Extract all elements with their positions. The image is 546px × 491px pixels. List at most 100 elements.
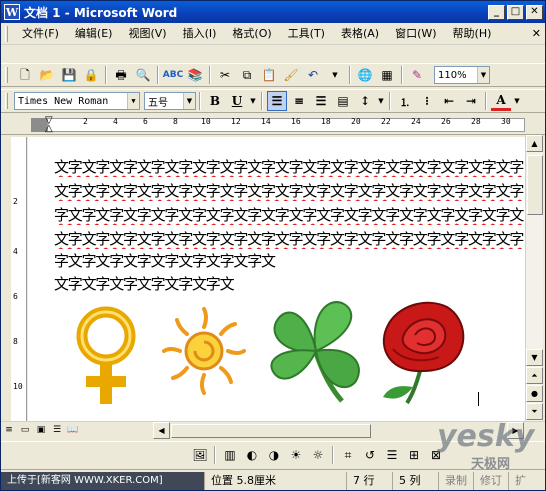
sun-image[interactable]: [162, 305, 246, 397]
toolbar-grip[interactable]: [5, 67, 8, 83]
maximize-button[interactable]: □: [507, 4, 524, 20]
clover-image[interactable]: [266, 295, 368, 407]
zoom-select[interactable]: 110% ▼: [434, 66, 490, 84]
bullets-icon[interactable]: ⁝: [417, 91, 437, 111]
color-mode-icon[interactable]: ▥: [220, 445, 240, 465]
document-page[interactable]: 文字文字文字文字文字文字文字文字文字文字文字文字文字文字文字文字文字 文字文字文字…: [28, 137, 525, 421]
line-style-icon[interactable]: ☰: [382, 445, 402, 465]
ruler-tick: 20: [351, 117, 361, 126]
print-preview-icon[interactable]: 🔍: [133, 65, 153, 85]
menu-help[interactable]: 帮助(H): [445, 25, 500, 43]
format-toolbar-grip[interactable]: [5, 93, 8, 109]
menu-file[interactable]: 文件(F): [14, 25, 67, 43]
cut-icon[interactable]: ✂: [215, 65, 235, 85]
size-dropdown-icon[interactable]: ▼: [183, 93, 195, 109]
menu-format[interactable]: 格式(O): [224, 25, 279, 43]
decrease-indent-icon[interactable]: ⇤: [439, 91, 459, 111]
doc-close-icon[interactable]: ✕: [528, 25, 545, 43]
text-line[interactable]: 字文字文字文字文字文字文字文字文: [54, 251, 524, 271]
less-contrast-icon[interactable]: ◑: [264, 445, 284, 465]
more-brightness-icon[interactable]: ☀: [286, 445, 306, 465]
numbering-icon[interactable]: ⒈: [395, 91, 415, 111]
align-right-icon[interactable]: ☰: [311, 91, 331, 111]
close-button[interactable]: ✕: [526, 4, 543, 20]
minimize-button[interactable]: _: [488, 4, 505, 20]
scroll-up-icon[interactable]: ▲: [526, 135, 543, 152]
font-dropdown-icon[interactable]: ▼: [127, 93, 139, 109]
ruler-tick: 10: [201, 117, 211, 126]
menu-window[interactable]: 窗口(W): [387, 25, 444, 43]
horizontal-scroll-thumb[interactable]: [171, 424, 371, 438]
normal-view-icon[interactable]: ≡: [2, 421, 16, 441]
scroll-down-icon[interactable]: ▼: [526, 349, 543, 366]
align-center-icon[interactable]: ≡: [289, 91, 309, 111]
extend-indicator[interactable]: 扩: [509, 472, 532, 490]
insert-picture-icon[interactable]: 🖼: [190, 445, 210, 465]
drawing-toggle-icon[interactable]: ✎: [407, 65, 427, 85]
increase-indent-icon[interactable]: ⇥: [461, 91, 481, 111]
font-name-select[interactable]: Times New Roman ▼: [14, 92, 140, 110]
copy-icon[interactable]: ⧉: [237, 65, 257, 85]
format-painter-icon[interactable]: 🖌: [281, 65, 301, 85]
menu-grip[interactable]: [5, 25, 8, 42]
menu-edit[interactable]: 编辑(E): [67, 25, 121, 43]
underline-button[interactable]: U: [227, 91, 247, 111]
text-line[interactable]: 文字文字文字文字文字文字文: [54, 274, 524, 294]
text-line[interactable]: 文字文字文字文字文字文字文字文字文字文字文字文字文字文字文字文字文字文字文字文字: [54, 229, 524, 249]
text-line[interactable]: 文字文字文字文字文字文字文字文字文字文字文字文字文字文字文字文字文字文字文字文字: [54, 157, 524, 177]
crop-icon[interactable]: ⌗: [338, 445, 358, 465]
font-color-icon[interactable]: A: [491, 91, 511, 111]
track-changes-indicator[interactable]: 修订: [474, 471, 509, 490]
line-spacing-icon[interactable]: ↕: [355, 91, 375, 111]
save-icon[interactable]: 💾: [59, 65, 79, 85]
paste-icon[interactable]: 📋: [259, 65, 279, 85]
vertical-scroll-thumb[interactable]: [527, 155, 543, 215]
rotate-icon[interactable]: ↺: [360, 445, 380, 465]
zoom-dropdown-icon[interactable]: ▼: [477, 67, 489, 83]
insert-table-icon[interactable]: ▦: [377, 65, 397, 85]
menu-table[interactable]: 表格(A): [333, 25, 387, 43]
text-line[interactable]: 文字文字文字文字文字文字文字文字文字文字文字文字文字文字文字文字文字文字文字文字: [54, 181, 524, 201]
web-view-icon[interactable]: ▭: [18, 421, 32, 441]
menu-insert[interactable]: 插入(I): [175, 25, 225, 43]
venus-symbol-image[interactable]: [66, 302, 152, 412]
text-cursor: [478, 392, 479, 406]
underline-dropdown-icon[interactable]: ▼: [249, 91, 257, 111]
spelling-icon[interactable]: ABC: [163, 65, 183, 85]
compress-icon[interactable]: ⊞: [404, 445, 424, 465]
reading-view-icon[interactable]: 📖: [66, 421, 80, 441]
new-document-icon[interactable]: 🗋: [15, 65, 35, 85]
next-page-icon[interactable]: ⏷: [526, 403, 543, 420]
undo-icon[interactable]: ↶: [303, 65, 323, 85]
open-folder-icon[interactable]: 📂: [37, 65, 57, 85]
font-size-select[interactable]: 五号 ▼: [144, 92, 196, 110]
vertical-ruler[interactable]: 2 4 6 8 10: [11, 137, 27, 421]
browse-object-icon[interactable]: ●: [526, 385, 543, 402]
menu-tools[interactable]: 工具(T): [280, 25, 333, 43]
print-icon[interactable]: 🖶: [111, 65, 131, 85]
align-justify-icon[interactable]: ☰: [267, 91, 287, 111]
research-icon[interactable]: 📚: [185, 65, 205, 85]
line-spacing-dropdown-icon[interactable]: ▼: [377, 91, 385, 111]
word-window: W 文档 1 - Microsoft Word _ □ ✕ 文件(F) 编辑(E…: [0, 0, 546, 491]
undo-dropdown-icon[interactable]: ▼: [325, 65, 345, 85]
less-brightness-icon[interactable]: ☼: [308, 445, 328, 465]
permission-icon[interactable]: 🔒: [81, 65, 101, 85]
vertical-scrollbar[interactable]: ▲ ▼ ⏶ ● ⏷: [525, 135, 543, 421]
record-indicator[interactable]: 录制: [439, 471, 474, 490]
word-app-icon[interactable]: W: [4, 4, 20, 20]
menu-view[interactable]: 视图(V): [120, 25, 174, 43]
hyperlink-icon[interactable]: 🌐: [355, 65, 375, 85]
font-color-dropdown-icon[interactable]: ▼: [513, 91, 521, 111]
distributed-align-icon[interactable]: ▤: [333, 91, 353, 111]
horizontal-ruler[interactable]: ▽ △ 2 4 6 8 10 12 14 16 18 20 22 24 26 2…: [1, 115, 545, 135]
prev-page-icon[interactable]: ⏶: [526, 367, 543, 384]
outline-view-icon[interactable]: ☰: [50, 421, 64, 441]
text-line[interactable]: 字文字文字文字文字文字文字文字文字文字文字文字文字文字文字文字文字文字文字文字文: [54, 205, 524, 225]
more-contrast-icon[interactable]: ◐: [242, 445, 262, 465]
bold-button[interactable]: B: [205, 91, 225, 111]
scroll-left-icon[interactable]: ◀: [153, 422, 170, 439]
print-layout-icon[interactable]: ▣: [34, 421, 48, 441]
rose-image[interactable]: [373, 297, 473, 407]
hanging-indent-marker[interactable]: △: [45, 123, 53, 134]
